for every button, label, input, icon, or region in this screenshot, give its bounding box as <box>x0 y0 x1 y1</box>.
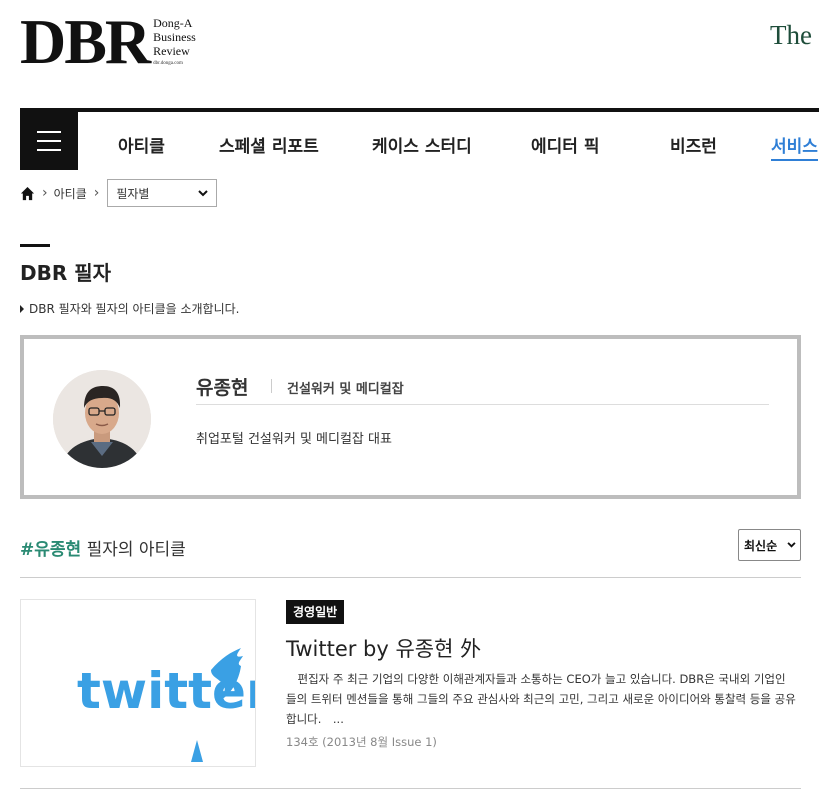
menu-icon-bar <box>37 131 61 133</box>
articles-heading: #유종현 필자의 아티클 <box>20 535 186 560</box>
page-description-text: DBR 필자와 필자의 아티클을 소개합니다. <box>29 302 240 316</box>
nav-item-article[interactable]: 아티클 <box>118 132 165 157</box>
chevron-right-icon: › <box>93 185 100 201</box>
breadcrumb-select[interactable]: 필자별 <box>107 179 218 207</box>
author-photo <box>53 370 151 468</box>
page-description: DBR 필자와 필자의 아티클을 소개합니다. <box>20 300 239 317</box>
article-title[interactable]: Twitter by 유종현 外 <box>286 633 481 663</box>
sort-select[interactable]: 최신순 <box>738 529 801 561</box>
breadcrumb-select-value: 필자별 <box>116 186 150 201</box>
sort-select-value: 최신순 <box>744 538 778 553</box>
site-header: DBR Dong-A Business Review dbr.donga.com… <box>0 0 819 108</box>
article-issue-info: 134호 (2013년 8월 Issue 1) <box>286 735 437 749</box>
nav-item-editor-pick[interactable]: 에디터 픽 <box>531 132 599 157</box>
dbr-logo[interactable]: DBR Dong-A Business Review dbr.donga.com <box>20 10 196 74</box>
logo-line-3: Review <box>153 44 190 58</box>
twitter-logo-image: twitter <box>77 648 255 762</box>
logo-wordmark: DBR <box>20 6 151 77</box>
author-avatar <box>53 370 151 468</box>
menu-icon-bar <box>37 149 61 151</box>
menu-icon-bar <box>37 140 61 142</box>
author-hashtag: #유종현 <box>20 540 82 560</box>
nav-item-service[interactable]: 서비스 <box>771 132 818 161</box>
nav-item-bizrun[interactable]: 비즈런 <box>670 132 717 157</box>
author-description: 취업포털 건설워커 및 메디컬잡 대표 <box>196 432 392 447</box>
triangle-bullet-icon <box>20 304 24 313</box>
name-divider <box>271 379 272 393</box>
nav-item-case-study[interactable]: 케이스 스터디 <box>372 132 472 157</box>
logo-line-1: Dong-A <box>153 16 193 30</box>
author-organization: 건설워커 및 메디컬잡 <box>287 382 404 397</box>
thumbnail-arrow-icon <box>191 740 203 762</box>
breadcrumb: › 아티클 › 필자별 <box>20 179 218 207</box>
divider <box>20 788 801 789</box>
logo-url: dbr.donga.com <box>153 61 183 66</box>
author-name: 유종현 <box>196 377 249 399</box>
articles-heading-suffix: 필자의 아티클 <box>81 540 186 560</box>
home-icon[interactable] <box>20 186 35 201</box>
breadcrumb-article[interactable]: 아티클 <box>54 185 87 202</box>
author-separator <box>196 404 769 405</box>
chevron-right-icon: › <box>42 185 48 201</box>
article-thumbnail[interactable]: twitter <box>20 599 256 767</box>
logo-line-2: Business <box>153 30 196 44</box>
logo-subtitle: Dong-A Business Review dbr.donga.com <box>153 16 196 68</box>
chevron-down-icon <box>198 189 209 196</box>
header-banner-text[interactable]: The <box>770 20 812 51</box>
chevron-down-icon <box>787 542 796 548</box>
hamburger-menu-button[interactable] <box>20 112 78 170</box>
divider <box>20 577 801 578</box>
page-title: DBR 필자 <box>20 261 112 285</box>
author-profile-card: 유종현 건설워커 및 메디컬잡 취업포털 건설워커 및 메디컬잡 대표 <box>20 335 801 499</box>
title-accent-bar <box>20 244 50 247</box>
category-badge[interactable]: 경영일반 <box>286 600 345 624</box>
article-summary: 편집자 주 최근 기업의 다양한 이해관계자들과 소통하는 CEO가 늘고 있습… <box>286 672 796 726</box>
main-nav: 아티클 스페셜 리포트 케이스 스터디 에디터 픽 비즈런 서비스 <box>20 108 819 170</box>
nav-item-special-report[interactable]: 스페셜 리포트 <box>219 132 319 157</box>
